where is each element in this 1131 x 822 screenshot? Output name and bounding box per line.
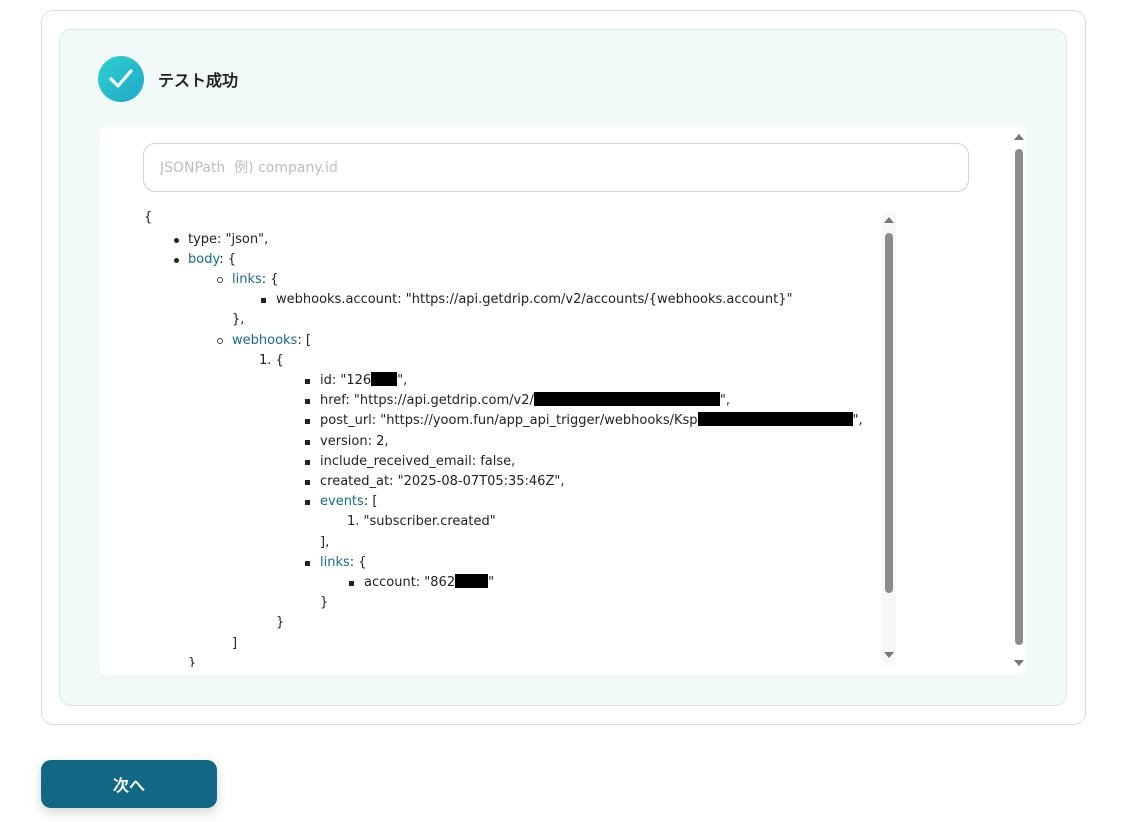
events-suffix: : [ [363,494,378,509]
redaction-block [455,574,489,588]
account-suffix: " [488,575,495,590]
redaction-block [371,372,398,386]
bullet-square [305,379,310,384]
scroll-up-arrow-icon[interactable] [884,217,894,223]
bullet-square [305,460,310,465]
tree-close-body: } [188,656,197,667]
outer-scrollbar[interactable] [1012,130,1026,670]
id-prefix: id: "126 [320,373,372,388]
inner-links-key-link[interactable]: links [320,555,350,570]
post-url-prefix: post_url: "https://yoom.fun/app_api_trig… [320,413,698,428]
href-suffix: ", [719,393,731,408]
bullet-square [305,561,310,566]
bullet-square [305,440,310,445]
links-key-link[interactable]: links [232,272,262,287]
scroll-up-arrow-icon[interactable] [1014,134,1024,140]
tree-version: version: 2, [320,434,389,449]
id-suffix: ", [397,373,408,388]
redaction-block [533,392,720,406]
tree-body: body: { [188,251,236,269]
body-suffix: : { [219,252,237,267]
tree-account: account: "862 " [364,574,494,592]
inner-scroll-thumb[interactable] [885,233,893,593]
bullet-disc [174,258,179,263]
tree-events: events: [ [320,493,377,511]
bullet-circle [217,277,223,283]
bullet-square [305,399,310,404]
tree-close-events: ], [320,535,330,550]
bullet-square [349,581,354,586]
tree-webhooks: webhooks: [ [232,332,311,350]
bullet-circle [217,338,223,344]
tree-close-inner-links: } [320,595,329,610]
tree-id: id: "126 ", [320,372,407,390]
tree-close-item: } [276,615,285,630]
tree-open-brace: { [144,210,153,225]
tree-webhooks-account: webhooks.account: "https://api.getdrip.c… [276,292,793,307]
tree-include-received-email: include_received_email: false, [320,454,516,469]
tree-inner-links: links: { [320,554,367,572]
body-key-link[interactable]: body [188,252,219,267]
json-tree: { type: "json", body: { links: { webhook… [130,205,890,667]
account-prefix: account: "862 [364,575,456,590]
tree-post-url: post_url: "https://yoom.fun/app_api_trig… [320,412,863,430]
outer-scroll-thumb[interactable] [1015,149,1023,645]
tree-close-webhooks: ] [232,636,238,651]
tree-type: type: "json", [188,232,269,247]
tree-created-at: created_at: "2025-08-07T05:35:46Z", [320,474,565,489]
webhooks-key-link[interactable]: webhooks [232,333,297,348]
redaction-block [697,412,853,426]
tree-href: href: "https://api.getdrip.com/v2/ ", [320,392,730,410]
bullet-square [305,480,310,485]
inner-scrollbar[interactable] [882,213,896,665]
check-circle-icon [98,56,144,102]
bullet-disc [174,238,179,243]
bullet-square [305,419,310,424]
tree-close-links: }, [232,312,245,327]
links-suffix: : { [261,272,279,287]
next-button[interactable]: 次へ [41,760,217,808]
bullet-square [305,500,310,505]
bullet-square [261,298,266,303]
tree-event-1: 1. "subscriber.created" [347,514,496,529]
scroll-down-arrow-icon[interactable] [1014,660,1024,666]
scroll-down-arrow-icon[interactable] [884,652,894,658]
post-url-suffix: ", [852,413,863,428]
jsonpath-search-input[interactable] [143,143,969,192]
tree-links: links: { [232,271,279,289]
href-prefix: href: "https://api.getdrip.com/v2/ [320,393,534,408]
webhooks-suffix: : [ [297,333,311,348]
inner-links-suffix: : { [349,555,367,570]
events-key-link[interactable]: events [320,494,364,509]
success-title: テスト成功 [158,71,239,90]
tree-item-1: 1. { [259,353,284,368]
